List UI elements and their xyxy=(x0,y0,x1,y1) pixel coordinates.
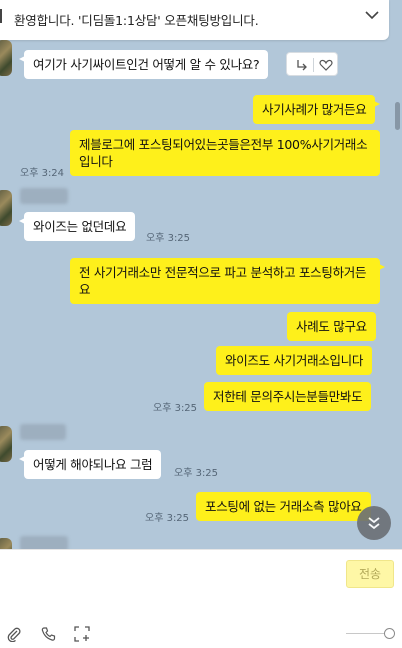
chevron-down-icon[interactable] xyxy=(365,8,379,22)
send-button[interactable]: 전송 xyxy=(346,560,394,588)
paperclip-icon[interactable] xyxy=(6,626,22,642)
sender-name-blurred xyxy=(20,536,68,549)
timestamp: 오후 3:24 xyxy=(20,168,65,179)
message-outgoing[interactable]: 제블로그에 포스팅되어있는곳들은전부 100%사기거래소입니다 xyxy=(70,130,380,176)
message-incoming[interactable]: 어떻게 해야되나요 그럼 xyxy=(18,450,162,479)
timestamp: 오후 3:25 xyxy=(153,403,198,414)
scrollbar-thumb[interactable] xyxy=(395,102,400,130)
message-input-area[interactable]: 전송 xyxy=(0,549,402,648)
message-incoming[interactable]: 와이즈는 없던데요 xyxy=(18,212,136,241)
notice-text: 환영합니다. '디딤돌1:1상담' 오픈채팅방입니다. xyxy=(14,13,259,28)
phone-icon[interactable] xyxy=(40,626,56,642)
emoticon-slider-track[interactable] xyxy=(346,633,388,634)
chat-area[interactable]: 환영합니다. '디딤돌1:1상담' 오픈채팅방입니다. 여기가 사기싸이트인건 … xyxy=(0,0,402,549)
avatar[interactable] xyxy=(0,40,12,76)
notice-banner[interactable]: 환영합니다. '디딤돌1:1상담' 오픈채팅방입니다. xyxy=(0,0,389,40)
message-outgoing[interactable]: 사기사례가 많거든요 xyxy=(253,95,381,124)
heart-icon[interactable] xyxy=(319,58,333,72)
sender-name-blurred xyxy=(20,424,66,440)
timestamp: 오후 3:25 xyxy=(174,468,219,479)
divider xyxy=(313,58,314,72)
avatar[interactable] xyxy=(0,426,12,462)
capture-icon[interactable] xyxy=(74,626,90,642)
notice-icon xyxy=(0,9,10,23)
scroll-down-icon xyxy=(368,517,380,530)
emoticon-slider-knob[interactable] xyxy=(384,628,395,639)
message-outgoing[interactable]: 사례도 많구요 xyxy=(287,312,376,341)
sender-name-blurred xyxy=(20,188,68,204)
timestamp: 오후 3:25 xyxy=(146,233,191,244)
message-actions xyxy=(286,52,338,76)
message-outgoing[interactable]: 와이즈도 사기거래소입니다 xyxy=(216,346,373,375)
scroll-down-button[interactable] xyxy=(357,506,391,540)
avatar[interactable] xyxy=(0,538,12,549)
message-outgoing[interactable]: 전 사기거래소만 전문적으로 파고 분석하고 포스팅하거든요 xyxy=(70,258,385,304)
message-outgoing[interactable]: 저한테 문의주시는분들만봐도 xyxy=(204,382,372,411)
message-incoming[interactable]: 여기가 사기싸이트인건 어떻게 알 수 있나요? xyxy=(18,50,269,79)
reply-icon[interactable] xyxy=(295,58,309,72)
timestamp: 오후 3:25 xyxy=(145,513,190,524)
message-outgoing[interactable]: 포스팅에 없는 거래소측 많아요 xyxy=(196,492,371,521)
avatar[interactable] xyxy=(0,190,12,226)
